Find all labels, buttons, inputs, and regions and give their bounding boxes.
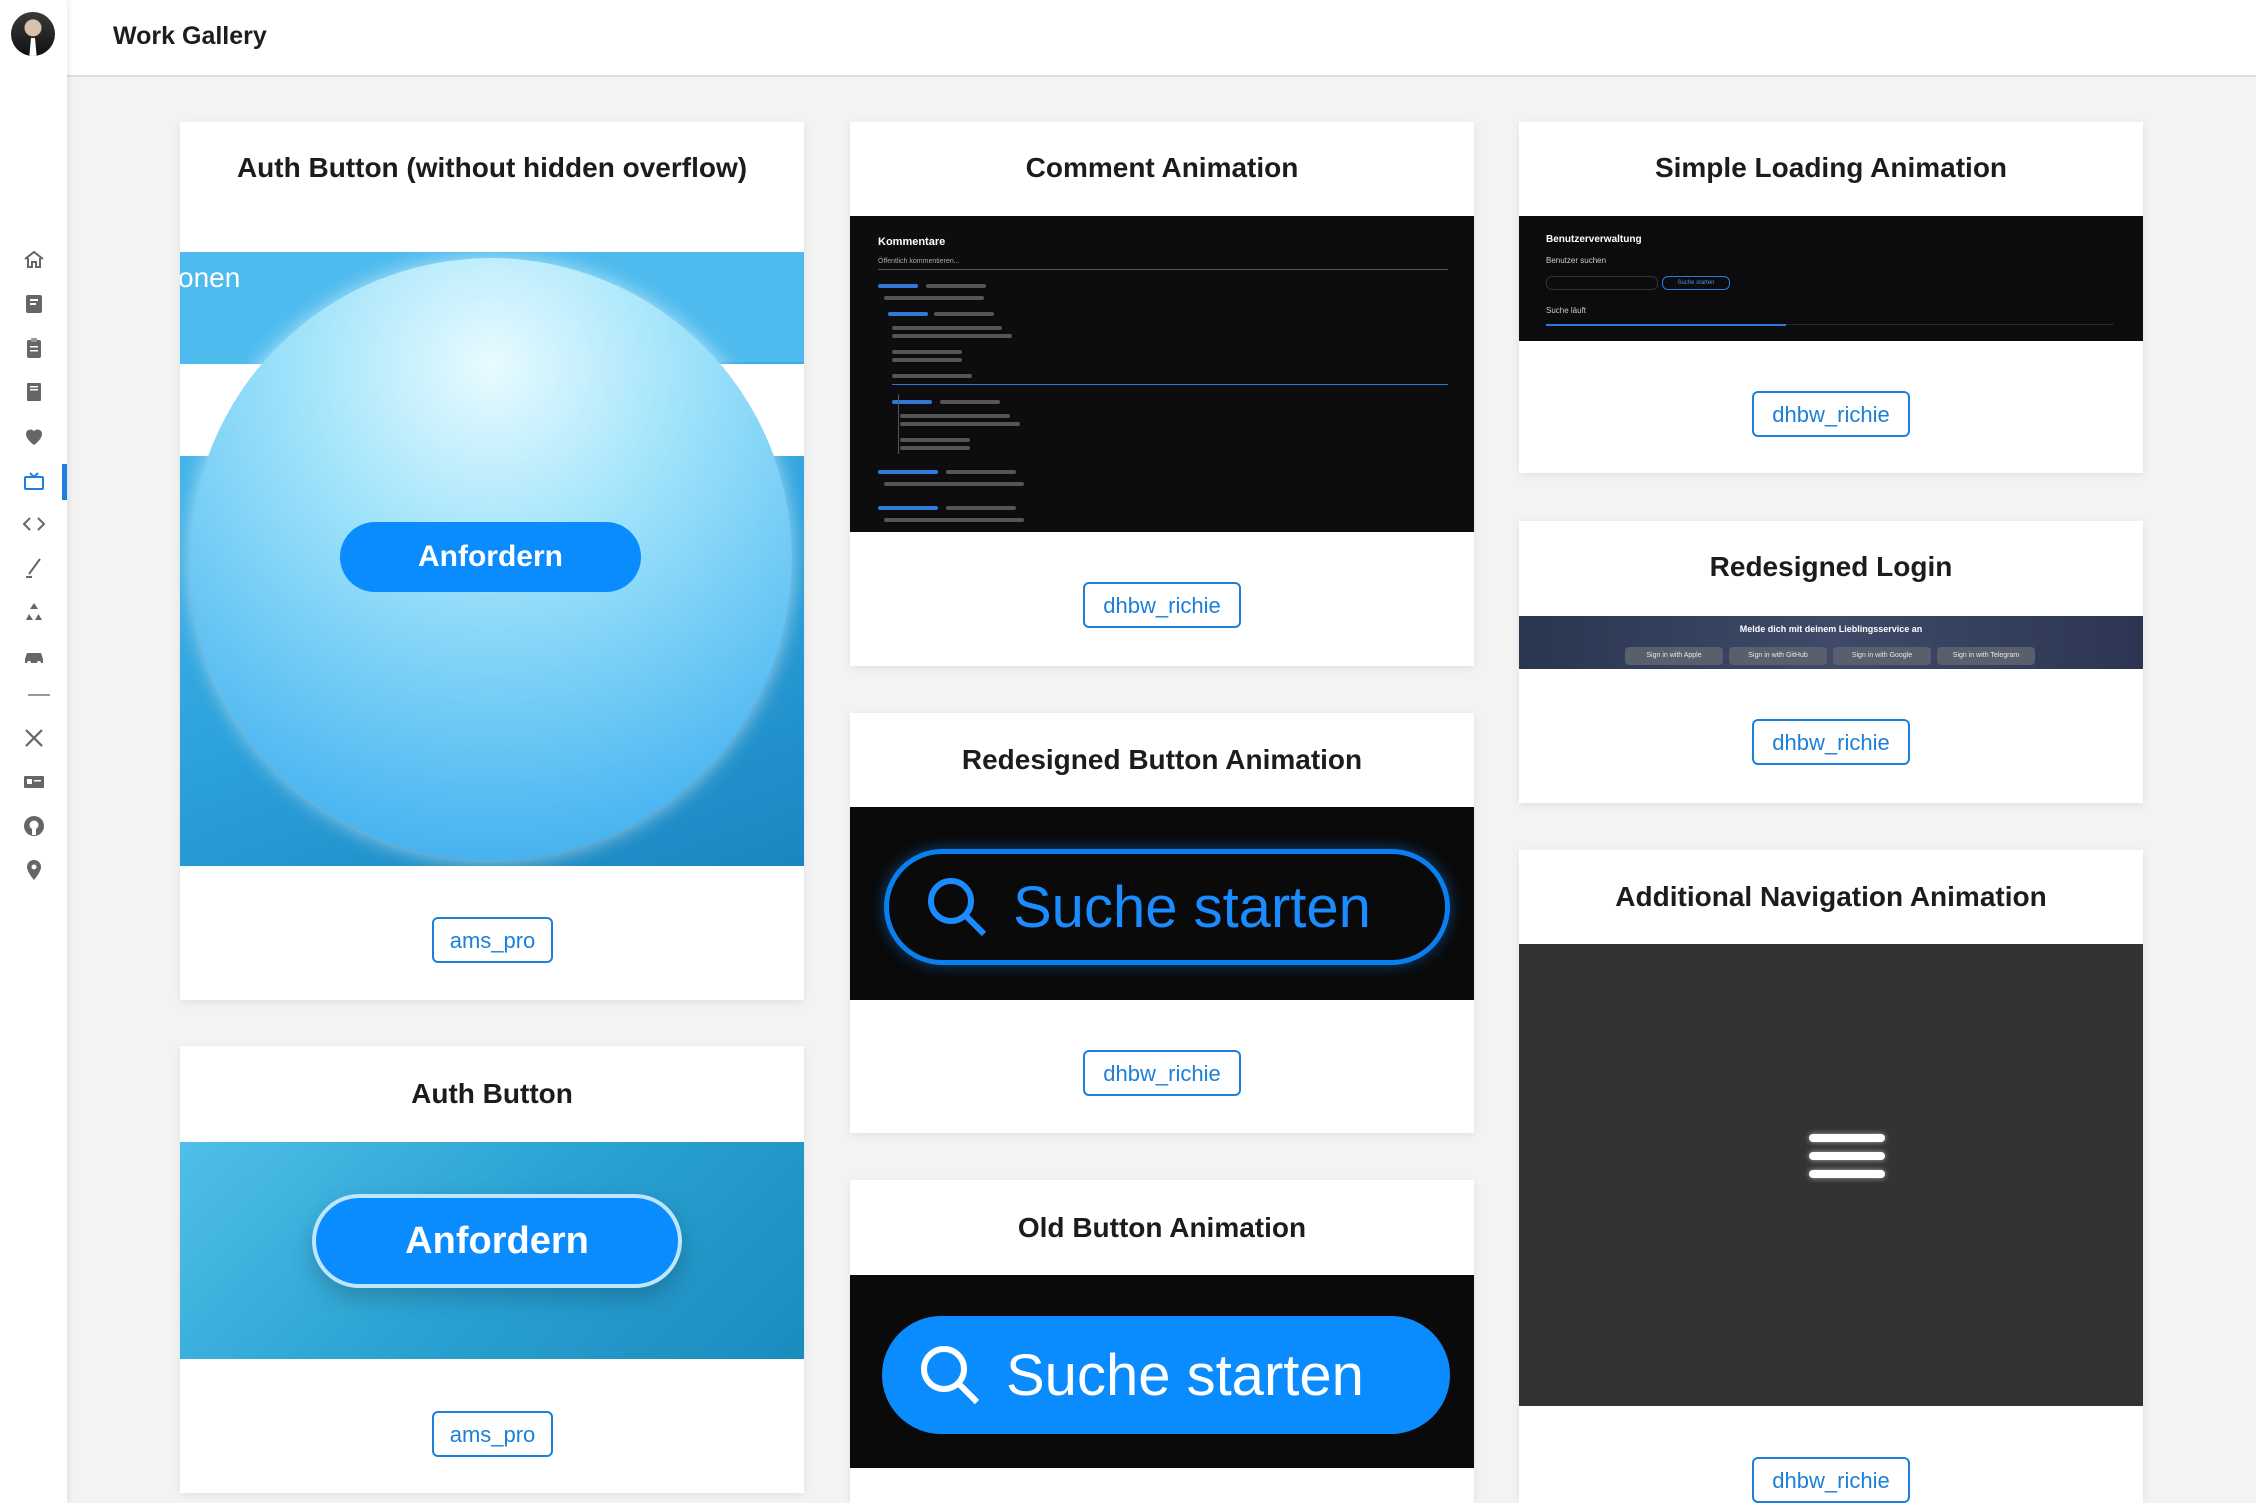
loading-status: Suche läuft (1546, 306, 1587, 315)
search-icon (928, 878, 987, 937)
preview-old-button: Suche starten (850, 1275, 1474, 1468)
preview-auth-overflow: onen Anfordern (180, 252, 804, 866)
sidebar (0, 0, 67, 1503)
card-simple-loading-animation: Simple Loading Animation Benutzerverwalt… (1519, 122, 2143, 473)
card-auth-button: Auth Button Anfordern ams_pro (180, 1046, 804, 1493)
login-prompt: Melde dich mit deinem Lieblingsservice a… (1739, 624, 1923, 634)
book-icon[interactable] (20, 378, 48, 406)
resume-icon[interactable] (20, 290, 48, 318)
avatar[interactable] (11, 12, 55, 56)
sign-in-apple-button[interactable]: Sign in with Apple (1625, 647, 1723, 665)
preview-loading: Benutzerverwaltung Benutzer suchen Suche… (1519, 216, 2143, 341)
location-pin-icon[interactable] (20, 856, 48, 884)
car-icon[interactable] (20, 642, 48, 670)
card-additional-navigation-animation: Additional Navigation Animation dhbw_ric… (1519, 850, 2143, 1503)
preview-login: Melde dich mit deinem Lieblingsservice a… (1519, 616, 2143, 669)
search-pill-outline[interactable]: Suche starten (884, 849, 1450, 965)
author-tag[interactable]: ams_pro (432, 1411, 553, 1457)
search-pill-filled[interactable]: Suche starten (882, 1316, 1450, 1434)
sign-in-github-button[interactable]: Sign in with GitHub (1729, 647, 1827, 665)
card-redesigned-button-animation: Redesigned Button Animation Suche starte… (850, 713, 1474, 1133)
card-title: Comment Animation (1025, 152, 1299, 183)
sign-in-telegram-button[interactable]: Sign in with Telegram (1937, 647, 2035, 665)
preview-navigation (1519, 944, 2143, 1406)
preview-clipped-text: onen (180, 262, 241, 293)
card-old-button-animation: Old Button Animation Suche starten (850, 1180, 1474, 1503)
sidebar-divider (28, 694, 50, 696)
code-icon[interactable] (20, 510, 48, 538)
card-title: Additional Navigation Animation (1615, 881, 2047, 912)
preview-comment: Kommentare Öffentlich kommentieren... (850, 216, 1474, 532)
sign-in-google-button[interactable]: Sign in with Google (1833, 647, 1931, 665)
gallery-icon[interactable] (20, 468, 48, 496)
heart-icon[interactable] (20, 422, 48, 450)
loading-search-button[interactable]: Suche starten (1662, 276, 1730, 290)
card-redesigned-login: Redesigned Login Melde dich mit deinem L… (1519, 521, 2143, 803)
author-tag[interactable]: dhbw_richie (1752, 1457, 1910, 1503)
clipboard-icon[interactable] (20, 334, 48, 362)
anfordern-button[interactable]: Anfordern (340, 522, 641, 592)
card-title: Auth Button (without hidden overflow) (236, 152, 748, 183)
author-tag[interactable]: ams_pro (432, 917, 553, 963)
page-title: Work Gallery (113, 22, 267, 50)
search-label: Suche starten (1013, 874, 1371, 940)
card-title: Old Button Animation (1017, 1212, 1307, 1243)
id-card-icon[interactable] (20, 768, 48, 796)
active-nav-indicator (62, 464, 67, 500)
card-title: Auth Button (411, 1078, 573, 1109)
pen-icon[interactable] (20, 554, 48, 582)
comments-heading: Kommentare (878, 236, 946, 248)
home-icon[interactable] (20, 246, 48, 274)
search-icon (921, 1346, 980, 1405)
preview-redesigned-button: Suche starten (850, 807, 1474, 1000)
author-tag[interactable]: dhbw_richie (1752, 719, 1910, 765)
recycle-icon[interactable] (20, 598, 48, 626)
loading-progress-bar (1546, 324, 1786, 326)
loading-heading: Benutzerverwaltung (1546, 234, 1642, 245)
search-label: Suche starten (1006, 1342, 1364, 1408)
card-auth-button-overflow: Auth Button (without hidden overflow) on… (180, 122, 804, 1000)
card-title: Simple Loading Animation (1654, 152, 2008, 183)
card-title: Redesigned Login (1709, 551, 1953, 582)
anfordern-button[interactable]: Anfordern (312, 1194, 682, 1288)
card-title: Redesigned Button Animation (961, 744, 1363, 775)
preview-auth: Anfordern (180, 1142, 804, 1359)
card-comment-animation: Comment Animation Kommentare Öffentlich … (850, 122, 1474, 666)
top-bar: Work Gallery (67, 0, 2256, 77)
tools-icon[interactable] (20, 724, 48, 752)
author-tag[interactable]: dhbw_richie (1752, 391, 1910, 437)
author-tag[interactable]: dhbw_richie (1083, 582, 1241, 628)
comment-placeholder: Öffentlich kommentieren... (878, 258, 960, 265)
author-tag[interactable]: dhbw_richie (1083, 1050, 1241, 1096)
github-icon[interactable] (20, 812, 48, 840)
loading-label: Benutzer suchen (1546, 256, 1607, 265)
